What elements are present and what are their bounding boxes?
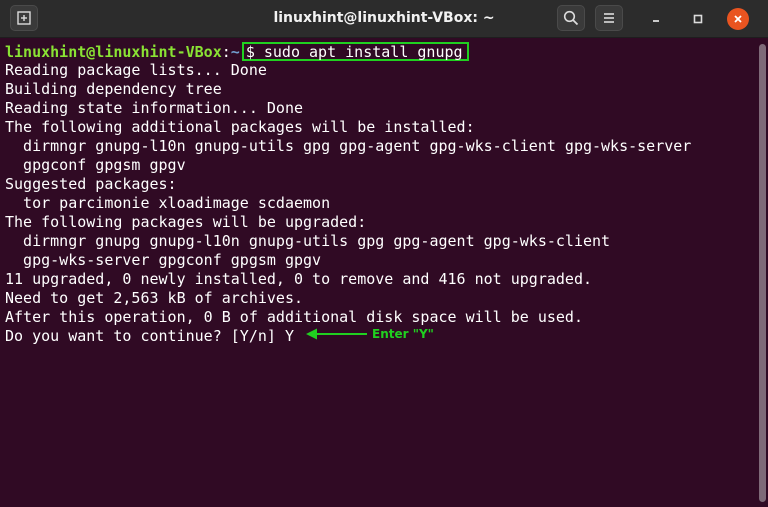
output-line: gpg-wks-server gpgconf gpgsm gpgv xyxy=(5,251,322,269)
prompt-path: ~ xyxy=(230,43,240,61)
prompt-line: linuxhint@linuxhint-VBox:~ $ sudo apt ins… xyxy=(5,42,469,61)
output-line: The following additional packages will b… xyxy=(5,118,475,136)
close-icon xyxy=(734,15,742,23)
annotation-label: Enter "Y" xyxy=(372,326,434,341)
hamburger-menu-icon xyxy=(604,13,614,23)
prompt-colon: : xyxy=(221,43,231,61)
output-line: Need to get 2,563 kB of archives. xyxy=(5,289,304,307)
prompt-user-host: linuxhint@linuxhint-VBox xyxy=(5,43,222,61)
scrollbar[interactable] xyxy=(756,38,768,507)
minimize-button[interactable] xyxy=(645,8,667,30)
output-line: After this operation, 0 B of additional … xyxy=(5,308,583,326)
scrollbar-thumb[interactable] xyxy=(759,44,766,502)
output-line: tor parcimonie xloadimage scdaemon xyxy=(5,194,331,212)
continue-prompt-line: Do you want to continue? [Y/n] Y xyxy=(5,327,294,345)
terminal-output[interactable]: linuxhint@linuxhint-VBox:~ $ sudo apt ins… xyxy=(0,38,756,507)
arrow-left-icon xyxy=(306,328,367,339)
search-icon xyxy=(563,10,579,26)
maximize-icon xyxy=(693,14,703,24)
minimize-icon xyxy=(653,20,659,22)
prompt-symbol: $ xyxy=(245,43,255,61)
new-tab-icon xyxy=(17,11,31,25)
maximize-button[interactable] xyxy=(687,8,709,30)
output-line: Suggested packages: xyxy=(5,175,177,193)
title-bar: linuxhint@linuxhint-VBox: ~ xyxy=(0,0,768,38)
output-line: Reading package lists... Done xyxy=(5,61,267,79)
command-text: sudo apt install gnupg xyxy=(263,43,463,61)
close-button[interactable] xyxy=(727,8,749,30)
search-button[interactable] xyxy=(557,5,585,31)
new-tab-button[interactable] xyxy=(10,5,38,31)
output-line: dirmngr gnupg-l10n gnupg-utils gpg gpg-a… xyxy=(5,137,692,155)
output-line: dirmngr gnupg gnupg-l10n gnupg-utils gpg… xyxy=(5,232,611,250)
command-highlight: $ sudo apt install gnupg xyxy=(241,42,469,61)
output-line: The following packages will be upgraded: xyxy=(5,213,367,231)
output-line: Building dependency tree xyxy=(5,80,222,98)
menu-button[interactable] xyxy=(595,5,623,31)
output-line: Reading state information... Done xyxy=(5,99,304,117)
terminal-window: linuxhint@linuxhint-VBox: ~ linuxhint@li… xyxy=(0,0,768,507)
output-line: 11 upgraded, 0 newly installed, 0 to rem… xyxy=(5,270,592,288)
enter-y-annotation: Enter "Y" xyxy=(306,324,434,343)
output-line: gpgconf gpgsm gpgv xyxy=(5,156,186,174)
